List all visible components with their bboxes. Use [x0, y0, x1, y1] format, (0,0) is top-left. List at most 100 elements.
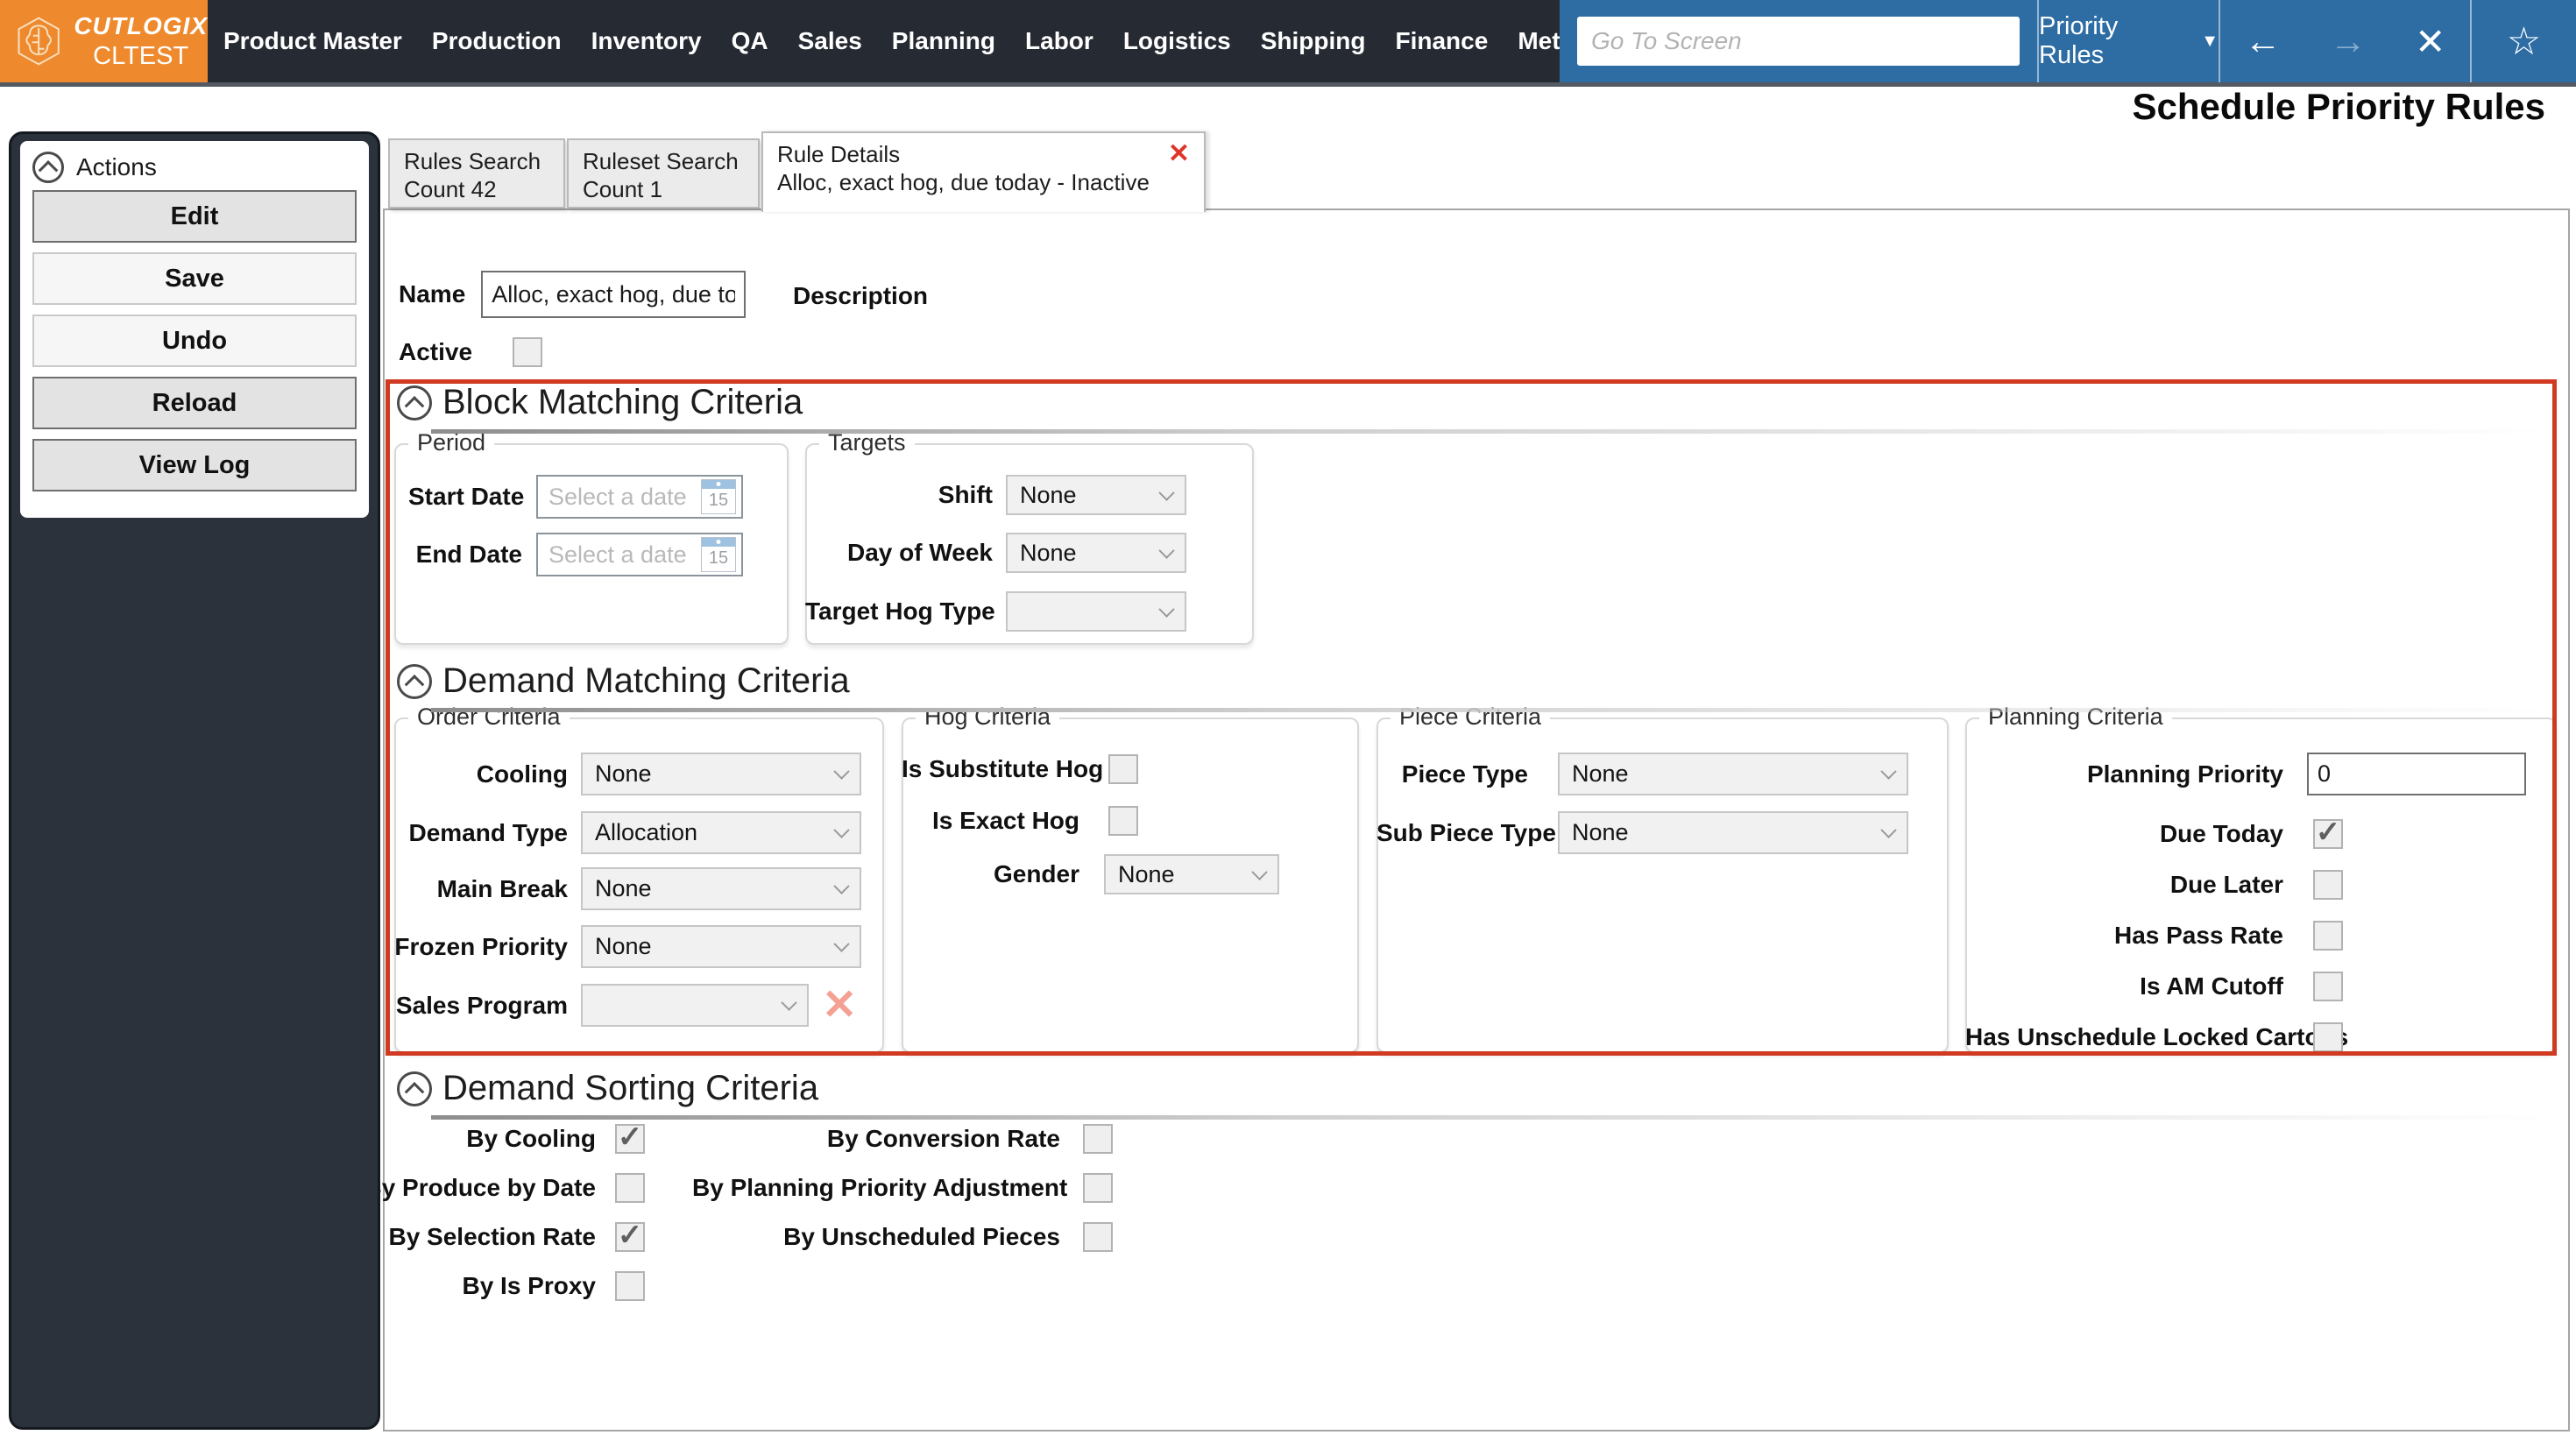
target-hog-type-row: Target Hog Type: [805, 591, 1186, 632]
cooling-dropdown[interactable]: None: [581, 753, 861, 795]
piece-type-value: None: [1572, 760, 1629, 787]
menu-item-production[interactable]: Production: [432, 27, 562, 55]
start-date-input[interactable]: Select a date 15: [536, 475, 743, 519]
tab-count: Count 1: [583, 176, 663, 202]
by-produce-by-date-checkbox[interactable]: [615, 1173, 645, 1203]
edit-button[interactable]: Edit: [32, 190, 357, 243]
cooling-value: None: [595, 760, 652, 787]
view-log-button[interactable]: View Log: [32, 439, 357, 491]
screen-selector-dropdown[interactable]: Priority Rules ▼: [2039, 0, 2219, 82]
go-to-screen-input[interactable]: [1577, 17, 2020, 66]
tab-ruleset-search[interactable]: Ruleset Search Count 1: [567, 138, 760, 209]
section-underline: [431, 429, 2551, 434]
calendar-band: [702, 538, 735, 547]
menu-item-finance[interactable]: Finance: [1396, 27, 1489, 55]
by-conversion-rate-checkbox[interactable]: [1083, 1124, 1113, 1154]
cooling-row: Cooling None: [394, 753, 861, 795]
gender-value: None: [1118, 860, 1175, 887]
menu-item-qa[interactable]: QA: [732, 27, 768, 55]
reload-button[interactable]: Reload: [32, 377, 357, 429]
gender-dropdown[interactable]: None: [1104, 854, 1279, 894]
menu-item-labor[interactable]: Labor: [1025, 27, 1093, 55]
calendar-icon[interactable]: 15: [701, 479, 736, 514]
tab-close-icon[interactable]: ✕: [1168, 138, 1190, 169]
undo-button[interactable]: Undo: [32, 315, 357, 367]
planning-priority-input[interactable]: [2307, 753, 2526, 795]
sub-piece-type-dropdown[interactable]: None: [1558, 811, 1908, 854]
by-planning-priority-adjustment-checkbox[interactable]: [1083, 1173, 1113, 1203]
menu-item-logistics[interactable]: Logistics: [1123, 27, 1231, 55]
favorite-star-icon[interactable]: ☆: [2507, 19, 2541, 64]
has-pass-rate-checkbox[interactable]: [2313, 921, 2343, 951]
collapse-caret-icon[interactable]: [32, 152, 64, 183]
menu-item-sales[interactable]: Sales: [798, 27, 862, 55]
demand-matching-title: Demand Matching Criteria: [442, 661, 850, 700]
menu-item-planning[interactable]: Planning: [892, 27, 995, 55]
name-input[interactable]: [481, 271, 747, 318]
due-today-checkbox[interactable]: [2313, 819, 2343, 849]
has-unschedule-locked-cartons-label: Has Unschedule Locked Cartons: [1965, 1023, 2349, 1050]
demand-type-dropdown[interactable]: Allocation: [581, 811, 861, 854]
menu-item-inventory[interactable]: Inventory: [591, 27, 702, 55]
environment-name: CLTEST: [93, 41, 189, 70]
has-pass-rate-row: Has Pass Rate: [1965, 921, 2343, 951]
tab-rule-details[interactable]: Rule Details Alloc, exact hog, due today…: [761, 131, 1206, 212]
block-matching-title: Block Matching Criteria: [442, 383, 803, 421]
close-screen-icon[interactable]: ✕: [2415, 20, 2445, 63]
tab-label: Rule Details: [777, 141, 901, 167]
actions-title: Actions: [76, 153, 157, 180]
collapse-caret-icon[interactable]: [397, 385, 432, 421]
app-logo[interactable]: CUTLOGIX CLTEST: [0, 0, 208, 82]
due-later-checkbox[interactable]: [2313, 870, 2343, 900]
frozen-priority-label: Frozen Priority: [394, 932, 568, 960]
shift-dropdown[interactable]: None: [1006, 475, 1186, 515]
shift-row: Shift None: [805, 475, 1186, 515]
due-later-label: Due Later: [2169, 871, 2283, 898]
end-date-row: End Date Select a date 15: [408, 533, 743, 576]
section-underline: [431, 1115, 2551, 1120]
chevron-down-icon: [1880, 822, 1897, 838]
is-am-cutoff-checkbox[interactable]: [2313, 972, 2343, 1001]
calendar-icon[interactable]: 15: [701, 537, 736, 572]
clear-sales-program-icon[interactable]: ✕: [822, 984, 857, 1027]
by-is-proxy-checkbox[interactable]: [615, 1271, 645, 1301]
collapse-caret-icon[interactable]: [397, 663, 432, 699]
demand-type-label: Demand Type: [408, 818, 568, 846]
logo-text: CUTLOGIX CLTEST: [74, 12, 208, 71]
save-button[interactable]: Save: [32, 252, 357, 305]
actions-panel: Actions Edit Save Undo Reload View Log: [20, 141, 369, 518]
by-cooling-checkbox[interactable]: [615, 1124, 645, 1154]
sales-program-dropdown[interactable]: [581, 984, 809, 1027]
piece-type-dropdown[interactable]: None: [1558, 753, 1908, 795]
collapse-caret-icon[interactable]: [397, 1071, 432, 1106]
has-unschedule-locked-cartons-checkbox[interactable]: [2313, 1022, 2343, 1052]
demand-matching-header: Demand Matching Criteria: [397, 661, 850, 701]
target-hog-type-dropdown[interactable]: [1006, 591, 1186, 632]
by-unscheduled-pieces-checkbox[interactable]: [1083, 1222, 1113, 1252]
is-exact-hog-checkbox[interactable]: [1108, 806, 1138, 836]
sub-piece-type-label: Sub Piece Type: [1376, 818, 1556, 846]
due-today-label: Due Today: [2159, 820, 2283, 847]
by-selection-rate-checkbox[interactable]: [615, 1222, 645, 1252]
day-of-week-dropdown[interactable]: None: [1006, 533, 1186, 573]
end-date-input[interactable]: Select a date 15: [536, 533, 743, 576]
planning-priority-label: Planning Priority: [2086, 760, 2283, 788]
active-checkbox[interactable]: [513, 337, 543, 367]
gender-label: Gender: [993, 860, 1079, 887]
frozen-priority-value: None: [595, 933, 652, 959]
sales-program-label: Sales Program: [395, 991, 568, 1019]
cutlogix-brain-icon: [18, 17, 60, 66]
menu-item-product-master[interactable]: Product Master: [223, 27, 402, 55]
gender-row: Gender None: [902, 854, 1279, 894]
menu-item-shipping[interactable]: Shipping: [1261, 27, 1366, 55]
cooling-label: Cooling: [476, 760, 568, 788]
main-break-dropdown[interactable]: None: [581, 867, 861, 910]
is-am-cutoff-row: Is AM Cutoff: [1965, 972, 2343, 1001]
tab-rules-search[interactable]: Rules Search Count 42: [388, 138, 565, 209]
frozen-priority-dropdown[interactable]: None: [581, 925, 861, 968]
is-substitute-hog-label: Is Substitute Hog: [902, 755, 1104, 782]
forward-arrow-icon[interactable]: →: [2330, 20, 2367, 62]
by-planning-priority-adjustment-label: By Planning Priority Adjustment: [692, 1174, 1068, 1201]
is-substitute-hog-checkbox[interactable]: [1108, 754, 1138, 784]
back-arrow-icon[interactable]: ←: [2245, 20, 2282, 62]
